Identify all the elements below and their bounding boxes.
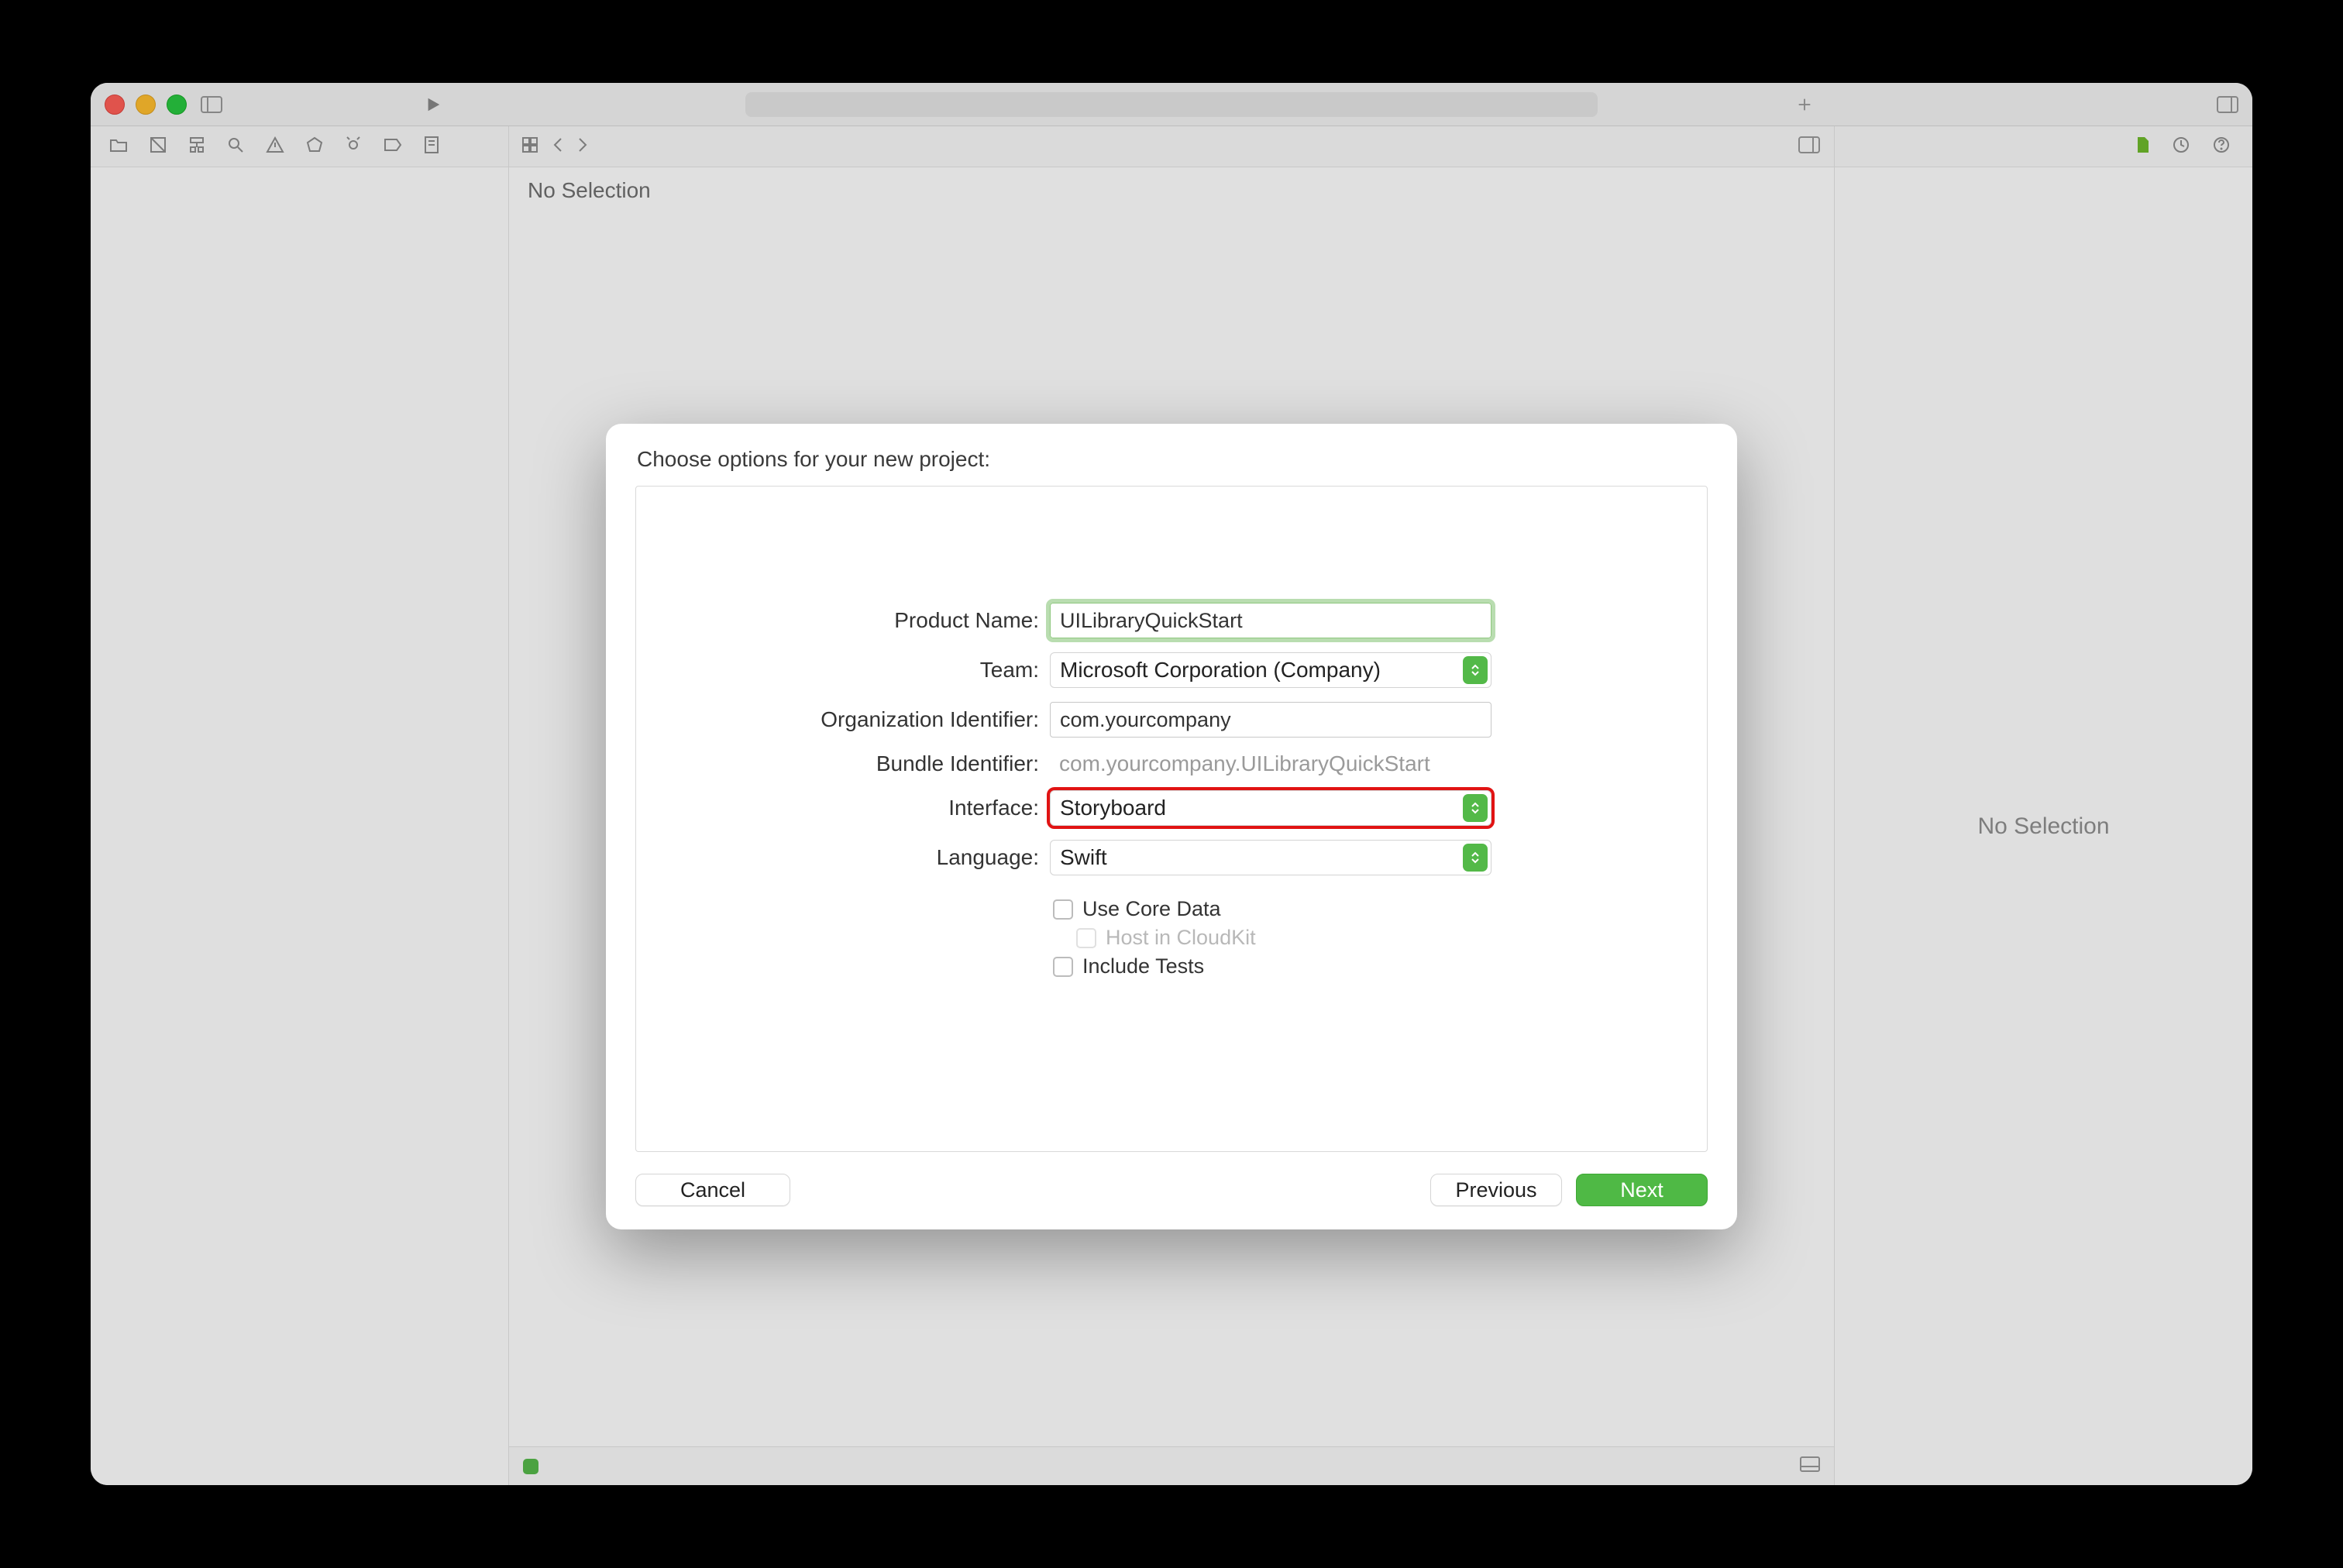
find-navigator-icon[interactable] [227, 136, 244, 157]
inspector-empty-text: No Selection [1977, 813, 2109, 840]
use-core-data-checkbox[interactable] [1053, 899, 1073, 920]
new-project-options-sheet: Choose options for your new project: Pro… [606, 424, 1737, 1229]
navigator-tabstrip [91, 126, 2252, 167]
run-button[interactable] [422, 94, 444, 115]
interface-label: Interface: [636, 796, 1039, 820]
debug-navigator-icon[interactable] [345, 136, 362, 157]
history-inspector-icon[interactable] [2172, 136, 2190, 158]
add-tab-button[interactable] [1794, 94, 1815, 115]
previous-button[interactable]: Previous [1430, 1174, 1562, 1206]
next-button[interactable]: Next [1576, 1174, 1708, 1206]
host-cloudkit-label: Host in CloudKit [1106, 926, 1256, 950]
sheet-title: Choose options for your new project: [637, 447, 1708, 472]
sheet-body: Product Name: Team: Microsoft Corporatio… [635, 486, 1708, 1152]
xcode-window: No Selection No Selection Choose options… [91, 83, 2252, 1485]
product-name-input[interactable] [1050, 603, 1491, 638]
team-label: Team: [636, 658, 1039, 683]
test-navigator-icon[interactable] [306, 136, 323, 157]
issue-navigator-icon[interactable] [266, 136, 284, 157]
left-panel-toggle-icon[interactable] [201, 94, 222, 115]
editor-tabstrip [509, 126, 1834, 167]
debug-activate-icon[interactable] [523, 1459, 538, 1474]
inspector-area: No Selection [1834, 167, 2252, 1485]
team-select-value: Microsoft Corporation (Company) [1060, 658, 1381, 683]
team-select[interactable]: Microsoft Corporation (Company) [1050, 652, 1491, 688]
include-tests-checkbox[interactable] [1053, 957, 1073, 977]
file-inspector-icon[interactable] [2135, 136, 2150, 158]
minimize-window-button[interactable] [136, 95, 156, 115]
editor-path-bar: No Selection [509, 167, 1834, 214]
inspector-icons [1834, 126, 2252, 167]
editor-panel-toggle-icon[interactable] [1798, 136, 1820, 157]
navigator-icons [91, 126, 509, 167]
navigator-area [91, 167, 509, 1485]
zoom-window-button[interactable] [167, 95, 187, 115]
sheet-footer: Cancel Previous Next [635, 1174, 1708, 1206]
symbol-navigator-icon[interactable] [188, 136, 205, 157]
bundle-id-value: com.yourcompany.UILibraryQuickStart [1050, 751, 1491, 776]
source-control-navigator-icon[interactable] [150, 136, 167, 157]
editor-path-text: No Selection [528, 178, 651, 203]
interface-select-value: Storyboard [1060, 796, 1166, 820]
report-navigator-icon[interactable] [424, 136, 439, 158]
updown-caret-icon [1463, 794, 1488, 822]
project-navigator-icon[interactable] [109, 137, 128, 156]
include-tests-label: Include Tests [1082, 954, 1204, 978]
breakpoint-navigator-icon[interactable] [384, 138, 402, 156]
nav-forward-icon[interactable] [577, 137, 588, 156]
nav-back-icon[interactable] [552, 137, 563, 156]
org-id-input[interactable] [1050, 702, 1491, 738]
host-cloudkit-checkbox [1076, 928, 1096, 948]
product-name-label: Product Name: [636, 608, 1039, 633]
use-core-data-label: Use Core Data [1082, 897, 1221, 921]
titlebar [91, 83, 2252, 126]
debug-panel-toggle-icon[interactable] [1800, 1456, 1820, 1476]
updown-caret-icon [1463, 656, 1488, 684]
help-inspector-icon[interactable] [2212, 136, 2231, 158]
language-select-value: Swift [1060, 845, 1107, 870]
org-id-label: Organization Identifier: [636, 707, 1039, 732]
cancel-button[interactable]: Cancel [635, 1174, 790, 1206]
traffic-lights [105, 95, 187, 115]
related-items-icon[interactable] [521, 136, 538, 157]
right-panel-toggle-icon[interactable] [2217, 94, 2238, 115]
scheme-status-bar[interactable] [745, 92, 1598, 117]
editor-bottom-bar [509, 1446, 1834, 1485]
bundle-id-label: Bundle Identifier: [636, 751, 1039, 776]
interface-select[interactable]: Storyboard [1050, 790, 1491, 826]
language-select[interactable]: Swift [1050, 840, 1491, 875]
updown-caret-icon [1463, 844, 1488, 872]
close-window-button[interactable] [105, 95, 125, 115]
language-label: Language: [636, 845, 1039, 870]
